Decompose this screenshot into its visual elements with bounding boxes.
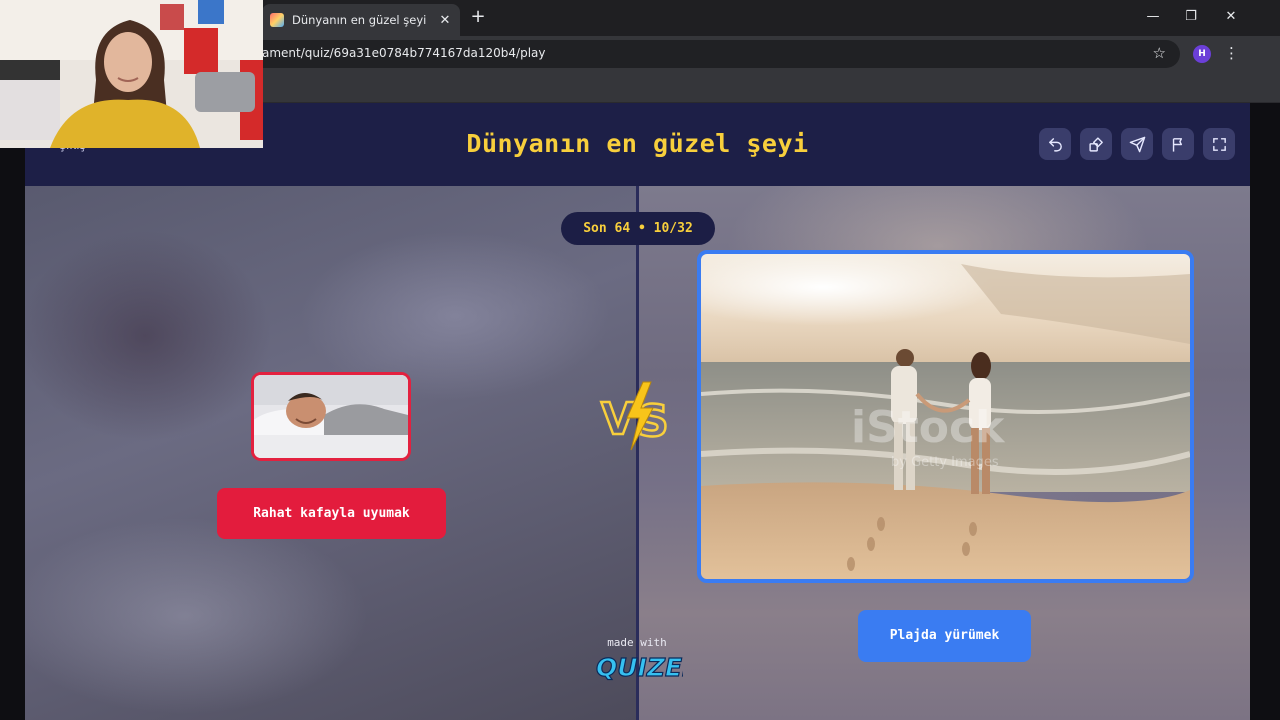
flag-icon [1172, 137, 1182, 152]
plus-icon[interactable]: + [468, 6, 488, 28]
shuffle-button[interactable] [1080, 128, 1112, 160]
webcam-overlay [0, 0, 263, 148]
svg-text:iStock: iStock [851, 402, 1006, 453]
duel-arena: Son 64 • 10/32 Rahat kafayla uyumak V S … [25, 186, 1250, 720]
webcam-image [0, 0, 263, 148]
right-choice-label[interactable]: Plajda yürümek [858, 610, 1031, 662]
close-window-button[interactable]: ✕ [1216, 6, 1246, 28]
undo-icon [1048, 137, 1062, 152]
send-icon [1129, 136, 1145, 152]
minimize-button[interactable]: — [1138, 6, 1168, 28]
kebab-menu-icon[interactable]: ⋮ [1224, 44, 1239, 62]
close-icon[interactable]: ✕ [438, 13, 452, 28]
url-text[interactable]: ament/quiz/69a31e0784b774167da120b4/play [262, 46, 546, 60]
header-actions [1039, 128, 1235, 160]
beach-couple-image: iStock by Getty Images [701, 254, 1190, 579]
address-bar[interactable]: ament/quiz/69a31e0784b774167da120b4/play… [200, 40, 1180, 68]
favicon-icon [270, 13, 284, 27]
page-right-margin [1250, 103, 1280, 720]
left-choice-image[interactable] [251, 372, 411, 461]
star-icon[interactable]: ☆ [1153, 44, 1166, 62]
svg-text:by Getty Images: by Getty Images [891, 455, 999, 470]
svg-text:QUIZEI: QUIZEI [596, 653, 683, 682]
report-button[interactable] [1162, 128, 1194, 160]
made-with-text: made with [607, 636, 667, 649]
left-choice-label[interactable]: Rahat kafayla uyumak [217, 488, 446, 539]
share-button[interactable] [1121, 128, 1153, 160]
profile-avatar[interactable]: H [1193, 45, 1211, 63]
round-indicator: Son 64 • 10/32 [561, 212, 715, 245]
restore-button[interactable]: ❐ [1176, 6, 1206, 28]
svg-text:V: V [601, 394, 635, 445]
right-choice-image[interactable]: iStock by Getty Images [697, 250, 1194, 583]
undo-button[interactable] [1039, 128, 1071, 160]
quiz-page: ‹ Çıkış Dünyanın en güzel şeyi [25, 103, 1250, 720]
quizei-logo[interactable]: QUIZEI [593, 649, 683, 683]
fullscreen-icon [1212, 137, 1226, 151]
sleeping-man-image [254, 375, 408, 458]
browser-tab[interactable]: Dünyanın en güzel şeyi - Tier Li ✕ [262, 4, 460, 36]
page-left-margin [0, 103, 25, 720]
vs-icon: V S [600, 381, 670, 451]
tab-title: Dünyanın en güzel şeyi - Tier Li [292, 13, 430, 27]
fullscreen-button[interactable] [1203, 128, 1235, 160]
browser-window: Dünyanın en güzel şeyi - Tier Li ✕ + — ❐… [0, 0, 1280, 720]
shapes-icon [1088, 136, 1103, 152]
